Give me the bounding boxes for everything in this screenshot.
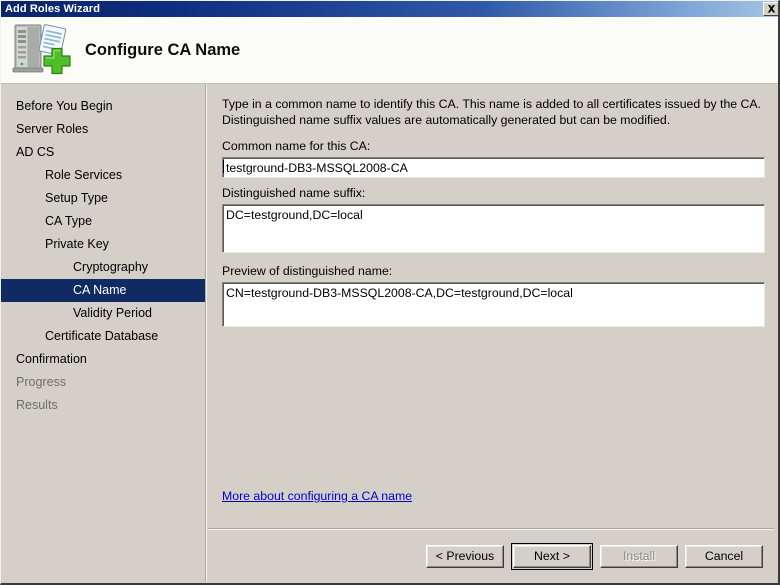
server-add-role-icon xyxy=(11,22,73,78)
common-name-label: Common name for this CA: xyxy=(222,139,371,153)
window-title: Add Roles Wizard xyxy=(5,3,101,15)
sidebar-item-cryptography[interactable]: Cryptography xyxy=(1,256,205,279)
dn-preview-field: CN=testground-DB3-MSSQL2008-CA,DC=testgr… xyxy=(222,282,765,327)
cancel-button[interactable]: Cancel xyxy=(685,544,763,568)
more-about-ca-name-link[interactable]: More about configuring a CA name xyxy=(222,489,412,503)
sidebar-item-role-services[interactable]: Role Services xyxy=(1,164,205,187)
wizard-content-pane: Type in a common name to identify this C… xyxy=(208,85,778,582)
next-button-default-frame: Next > xyxy=(511,542,593,570)
page-title: Configure CA Name xyxy=(85,40,241,59)
wizard-header: Configure CA Name xyxy=(1,17,778,84)
title-bar: Add Roles Wizard xyxy=(1,1,778,17)
sidebar-item-results: Results xyxy=(16,398,58,412)
dn-suffix-value: DC=testground,DC=local xyxy=(226,208,363,222)
sidebar-item-setup-type[interactable]: Setup Type xyxy=(1,187,205,210)
dn-suffix-input[interactable]: DC=testground,DC=local xyxy=(222,204,765,253)
wizard-footer: < Previous Next > Install Cancel xyxy=(208,530,778,582)
wizard-body: Before You Begin Server Roles AD CS Role… xyxy=(1,85,778,582)
step-list: Before You Begin Server Roles AD CS Role… xyxy=(1,85,205,417)
dn-preview-label: Preview of distinguished name: xyxy=(222,264,393,278)
sidebar-item-ca-name[interactable]: CA Name xyxy=(1,279,205,302)
sidebar-item-server-roles[interactable]: Server Roles xyxy=(1,118,205,141)
close-icon xyxy=(767,5,776,13)
next-button[interactable]: Next > xyxy=(513,544,591,568)
sidebar-item-progress: Progress xyxy=(16,375,67,389)
sidebar-item-ca-type[interactable]: CA Type xyxy=(1,210,205,233)
sidebar-item-certificate-database[interactable]: Certificate Database xyxy=(1,325,205,348)
previous-button[interactable]: < Previous xyxy=(426,544,504,568)
sidebar-item-confirmation[interactable]: Confirmation xyxy=(1,348,205,371)
add-roles-wizard-window: Add Roles Wizard Configure CA Name Befor… xyxy=(0,0,780,585)
sidebar-item-validity-period[interactable]: Validity Period xyxy=(1,302,205,325)
intro-line-2: Distinguished name suffix values are aut… xyxy=(222,113,671,127)
sidebar-item-before-you-begin[interactable]: Before You Begin xyxy=(1,95,205,118)
sidebar-content-divider xyxy=(205,85,207,582)
dn-preview-value: CN=testground-DB3-MSSQL2008-CA,DC=testgr… xyxy=(226,286,573,300)
common-name-value: testground-DB3-MSSQL2008-CA xyxy=(223,158,764,176)
sidebar-item-private-key[interactable]: Private Key xyxy=(1,233,205,256)
common-name-input[interactable]: testground-DB3-MSSQL2008-CA xyxy=(222,157,765,178)
intro-text: Type in a common name to identify this C… xyxy=(222,96,762,128)
wizard-step-sidebar: Before You Begin Server Roles AD CS Role… xyxy=(1,85,205,582)
close-button[interactable] xyxy=(763,2,778,16)
intro-line-1: Type in a common name to identify this C… xyxy=(222,97,762,111)
install-button: Install xyxy=(600,544,678,568)
dn-suffix-label: Distinguished name suffix: xyxy=(222,186,366,200)
sidebar-item-ad-cs[interactable]: AD CS xyxy=(1,141,205,164)
